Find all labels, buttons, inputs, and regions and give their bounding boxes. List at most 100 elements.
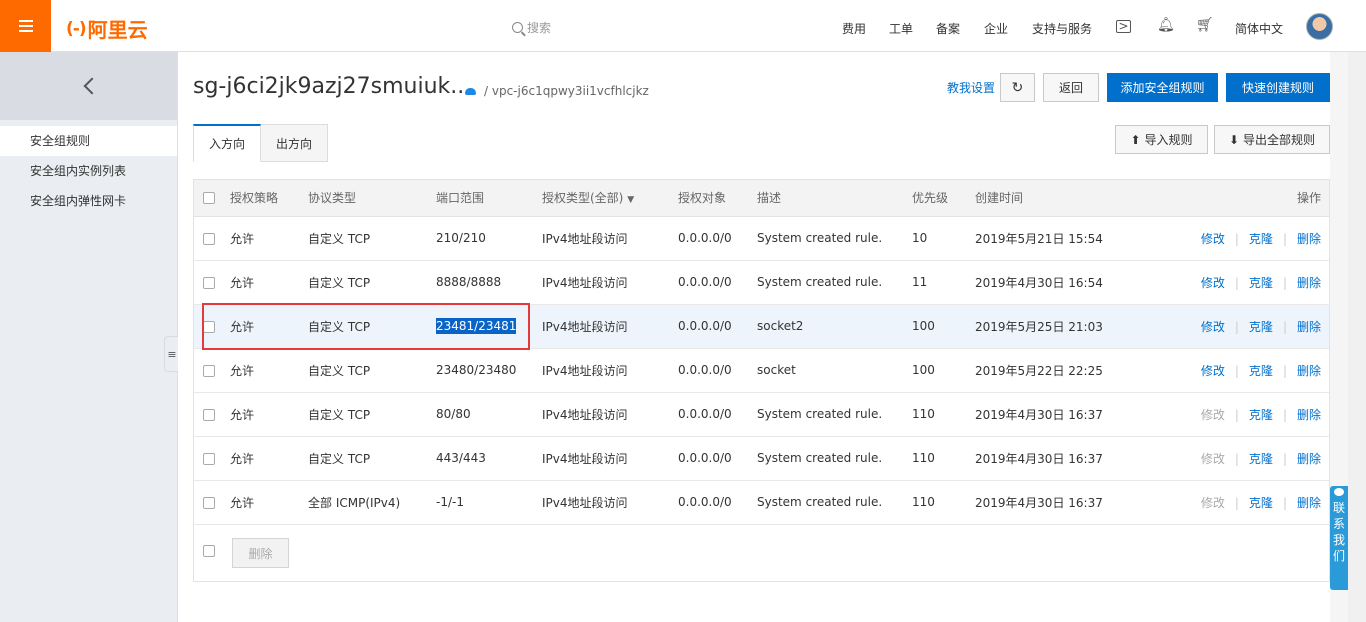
nav-support[interactable]: 支持与服务 [1032,20,1092,37]
language-switch[interactable]: 简体中文 [1235,20,1283,37]
main-panel: sg-j6ci2jk9azj27smuiuk... / vpc-j6c1qpwy… [178,52,1330,622]
upload-icon: ⬆︎ [1130,132,1141,147]
clone-link[interactable]: 克隆 [1249,320,1273,334]
table-row: 允许 自定义 TCP 23481/23481 IPv4地址段访问 0.0.0.0/0 so… [194,304,1329,349]
cell-time: 2019年5月21日 15:54 [975,216,1145,261]
row-checkbox[interactable] [203,496,215,509]
top-bar: (-) 阿里云 搜索 费用 工单 备案 企业 支持与服务 > 🔔︎ 🛒︎ 简体中… [0,0,1366,52]
clone-link[interactable]: 克隆 [1249,364,1273,378]
delete-link[interactable]: 删除 [1297,364,1321,378]
cell-desc: System created rule. [757,216,912,261]
search-box[interactable]: 搜索 [512,19,551,36]
refresh-button[interactable]: ↻ [1000,73,1035,102]
nav-billing[interactable]: 费用 [842,20,866,37]
search-placeholder: 搜索 [527,21,552,35]
cell-object: 0.0.0.0/0 [678,260,757,305]
nav-filing[interactable]: 备案 [936,20,960,37]
export-rules-button[interactable]: ⬇︎ 导出全部规则 [1214,125,1330,154]
cell-ops: 修改 | 克隆 | 删除 [1145,348,1329,393]
batch-delete-button[interactable]: 删除 [232,538,289,568]
edit-link[interactable]: 修改 [1201,276,1225,290]
row-checkbox[interactable] [203,364,215,377]
sidebar-item-rules[interactable]: 安全组规则 [0,126,177,156]
direction-tabs: 入方向 出方向 [193,124,329,162]
edit-link[interactable]: 修改 [1201,364,1225,378]
tab-outbound[interactable]: 出方向 [261,124,329,162]
delete-link[interactable]: 删除 [1297,276,1321,290]
delete-link[interactable]: 删除 [1297,232,1321,246]
cell-desc: System created rule. [757,392,912,437]
cell-port-value: 8888/8888 [436,275,502,289]
clone-link[interactable]: 克隆 [1249,452,1273,466]
col-port: 端口范围 [436,180,542,217]
logo-text: 阿里云 [87,18,148,42]
cart-icon[interactable]: 🛒︎ [1196,17,1214,33]
row-checkbox[interactable] [203,320,215,333]
teach-me-link[interactable]: 教我设置 [947,79,995,96]
edit-link[interactable]: 修改 [1201,232,1225,246]
row-checkbox[interactable] [203,452,215,465]
logo[interactable]: (-) 阿里云 [66,14,148,43]
cell-ops: 修改 | 克隆 | 删除 [1145,260,1329,305]
table-row: 允许 全部 ICMP(IPv4) -1/-1 IPv4地址段访问 0.0.0.0/0 Sy… [194,480,1329,525]
table-row: 允许 自定义 TCP 443/443 IPv4地址段访问 0.0.0.0/0 System… [194,436,1329,481]
row-checkbox[interactable] [203,276,215,289]
quick-create-button[interactable]: 快速创建规则 [1226,73,1330,102]
cell-auth-type: IPv4地址段访问 [542,436,678,481]
back-return-button[interactable]: 返回 [1043,73,1099,102]
cell-port: 23480/23480 [436,348,542,393]
cell-port-value: 210/210 [436,231,486,245]
bell-icon[interactable]: 🔔︎ [1157,17,1175,33]
cell-desc: socket [757,348,912,393]
cell-port-value: 23481/23481 [436,318,517,334]
edit-link[interactable]: 修改 [1201,320,1225,334]
search-icon [512,22,523,33]
row-checkbox[interactable] [203,232,215,245]
col-desc: 描述 [757,180,912,217]
row-checkbox[interactable] [203,408,215,421]
col-auth-type[interactable]: 授权类型(全部) ▼ [542,180,678,217]
cell-policy: 允许 [230,304,308,349]
select-all-checkbox[interactable] [203,192,215,205]
sidebar-item-instances[interactable]: 安全组内实例列表 [0,156,177,186]
clone-link[interactable]: 克隆 [1249,496,1273,510]
tab-inbound[interactable]: 入方向 [193,124,262,162]
nav-tickets[interactable]: 工单 [889,20,913,37]
col-object: 授权对象 [678,180,757,217]
delete-link[interactable]: 删除 [1297,320,1321,334]
clone-link[interactable]: 克隆 [1249,232,1273,246]
scrollbar[interactable] [1348,52,1366,622]
delete-link[interactable]: 删除 [1297,496,1321,510]
delete-link[interactable]: 删除 [1297,452,1321,466]
clone-link[interactable]: 克隆 [1249,276,1273,290]
footer-select-checkbox[interactable] [203,545,215,557]
cell-port-value: 80/80 [436,407,471,421]
cell-protocol: 全部 ICMP(IPv4) [308,480,436,525]
cell-protocol: 自定义 TCP [308,392,436,437]
contact-us-button[interactable]: 联系我们 [1330,486,1348,590]
vpc-id[interactable]: / vpc-j6c1qpwy3ii1vcfhlcjkz [484,84,649,98]
cell-policy: 允许 [230,216,308,261]
col-protocol: 协议类型 [308,180,436,217]
edit-link[interactable]: 修改 [1201,408,1225,422]
table-footer: 删除 [194,533,1329,581]
table-header: 授权策略 协议类型 端口范围 授权类型(全部) ▼ 授权对象 描述 优先级 创建… [194,180,1329,217]
cell-auth-type: IPv4地址段访问 [542,480,678,525]
edit-link[interactable]: 修改 [1201,496,1225,510]
avatar[interactable] [1306,13,1333,40]
add-rule-button[interactable]: 添加安全组规则 [1107,73,1218,102]
cell-desc: System created rule. [757,436,912,481]
delete-link[interactable]: 删除 [1297,408,1321,422]
cell-desc: System created rule. [757,260,912,305]
menu-icon[interactable] [0,0,51,52]
back-button[interactable] [0,52,177,120]
terminal-icon[interactable]: > [1116,20,1131,33]
edit-link[interactable]: 修改 [1201,452,1225,466]
chat-icon [1334,488,1344,496]
cell-priority: 11 [912,260,975,305]
sidebar-item-eni[interactable]: 安全组内弹性网卡 [0,186,177,216]
clone-link[interactable]: 克隆 [1249,408,1273,422]
nav-enterprise[interactable]: 企业 [984,20,1008,37]
cell-ops: 修改 | 克隆 | 删除 [1145,216,1329,261]
import-rules-button[interactable]: ⬆︎ 导入规则 [1115,125,1208,154]
